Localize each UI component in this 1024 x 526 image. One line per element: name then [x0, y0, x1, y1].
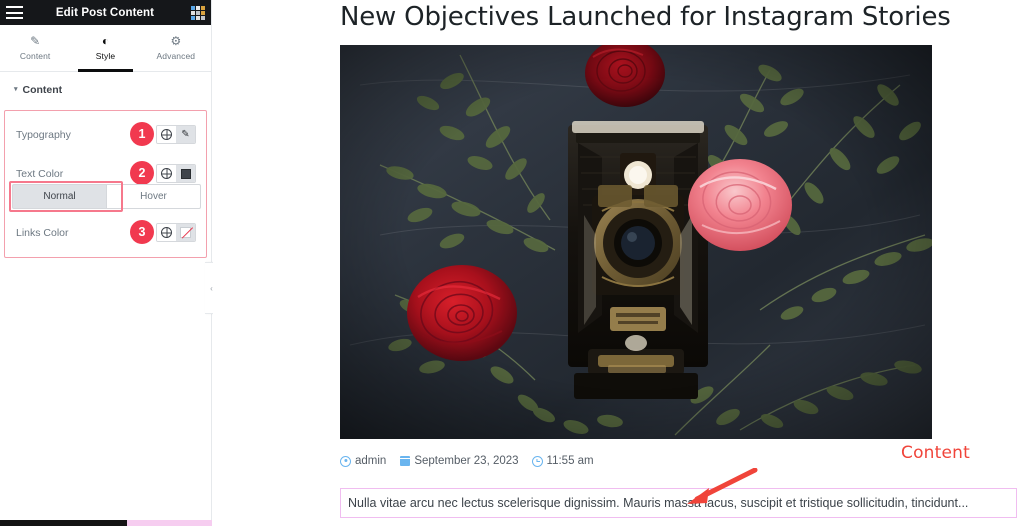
elementor-left-panel: Edit Post Content ✎ Content ◐ Style ⚙ Ad… [0, 0, 219, 526]
contrast-icon: ◐ [101, 34, 110, 48]
control-links-color-actions [156, 223, 196, 242]
control-typography[interactable]: Typography 1 ✎ [5, 118, 206, 151]
meta-time-text: 11:55 am [546, 455, 594, 467]
color-swatch-icon[interactable] [176, 165, 195, 182]
tab-advanced[interactable]: ⚙ Advanced [141, 25, 211, 71]
calendar-icon [399, 456, 410, 467]
meta-date: September 23, 2023 [399, 455, 519, 467]
chevron-down-icon: ▾ [14, 86, 18, 93]
section-header-content[interactable]: ▾ Content [0, 72, 211, 104]
user-icon [340, 455, 351, 467]
tab-style-label: Style [95, 51, 116, 61]
pencil-icon: ✎ [30, 34, 41, 48]
panel-footer-pink-bar [127, 520, 212, 526]
control-text-color-label: Text Color [16, 167, 64, 180]
pencil-icon[interactable]: ✎ [176, 126, 195, 143]
toggle-hover[interactable]: Hover [106, 184, 201, 209]
tab-content-label: Content [19, 51, 51, 61]
featured-image [340, 45, 932, 439]
panel-header: Edit Post Content [0, 0, 211, 25]
typography-pill: ✎ [156, 125, 196, 144]
panel-tabs: ✎ Content ◐ Style ⚙ Advanced [0, 25, 211, 72]
meta-time: 11:55 am [531, 455, 594, 467]
post-excerpt-highlight[interactable]: Nulla vitae arcu nec lectus scelerisque … [340, 488, 1017, 518]
panel-title: Edit Post Content [55, 6, 155, 19]
control-text-color-actions [156, 164, 196, 183]
gear-icon: ⚙ [170, 34, 182, 48]
elementor-editor-screen: Edit Post Content ✎ Content ◐ Style ⚙ Ad… [0, 0, 1024, 526]
clock-icon [531, 455, 543, 467]
panel-footer-bar [0, 520, 127, 526]
page-title: New Objectives Launched for Instagram St… [340, 2, 951, 32]
annotation-badge-1: 1 [130, 122, 154, 146]
tab-style[interactable]: ◐ Style [70, 25, 140, 72]
state-toggle-group: Normal Hover [12, 184, 201, 209]
globe-icon[interactable] [157, 165, 176, 182]
post-excerpt-text: Nulla vitae arcu nec lectus scelerisque … [348, 496, 969, 510]
text-color-pill [156, 164, 196, 183]
annotation-label-content: Content [901, 443, 971, 463]
post-preview-area: New Objectives Launched for Instagram St… [213, 0, 1024, 526]
preview-bottom-strip [213, 520, 1024, 526]
highlighted-controls-group: Typography 1 ✎ Text Color 2 Normal Hover… [4, 110, 207, 258]
tab-advanced-label: Advanced [156, 51, 196, 61]
meta-author-text: admin [355, 455, 387, 467]
control-links-color-label: Links Color [16, 226, 69, 239]
apps-grid-icon[interactable] [191, 5, 205, 20]
section-header-label: Content [22, 84, 63, 96]
annotation-badge-3: 3 [130, 220, 154, 244]
control-links-color[interactable]: Links Color 3 [5, 216, 206, 249]
annotation-badge-2: 2 [130, 161, 154, 185]
globe-icon[interactable] [157, 224, 176, 241]
tab-content[interactable]: ✎ Content [0, 25, 70, 71]
meta-author: admin [340, 455, 386, 467]
globe-icon[interactable] [157, 126, 176, 143]
post-meta: admin September 23, 2023 11:55 am [340, 455, 594, 467]
links-color-pill [156, 223, 196, 242]
no-color-swatch-icon[interactable] [176, 224, 195, 241]
control-typography-actions: ✎ [156, 125, 196, 144]
control-typography-label: Typography [16, 128, 71, 141]
meta-date-text: September 23, 2023 [414, 455, 519, 467]
toggle-normal[interactable]: Normal [12, 184, 106, 209]
